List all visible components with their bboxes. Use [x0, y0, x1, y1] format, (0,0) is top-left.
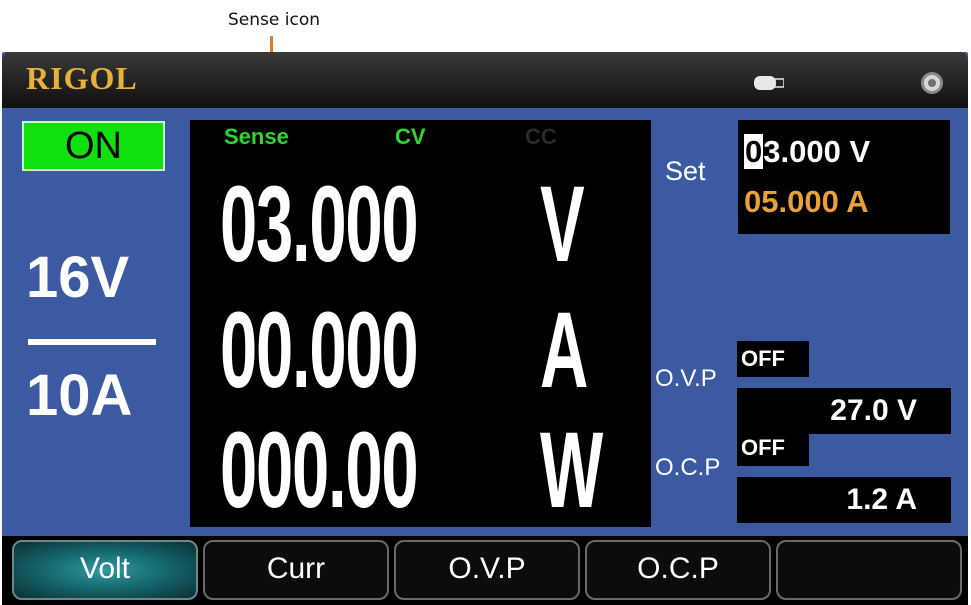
voltage-unit: V — [540, 163, 585, 284]
sense-icon: Sense — [224, 124, 289, 149]
softkey-bar: Volt Curr O.V.P O.C.P — [2, 536, 968, 605]
usb-icon — [754, 76, 784, 90]
current-unit: A — [540, 289, 589, 410]
power-unit: W — [540, 409, 604, 530]
ocp-state-badge: OFF — [737, 430, 809, 466]
power-supply-screen: RIGOL ON 16V 10A Sense CV CC 03.000 V 00… — [2, 52, 968, 605]
range-voltage: 16V — [26, 245, 130, 310]
softkey-ocp[interactable]: O.C.P — [585, 540, 771, 600]
set-voltage[interactable]: 03.000 V — [744, 134, 870, 170]
softkey-curr[interactable]: Curr — [203, 540, 389, 600]
set-label: Set — [665, 156, 706, 186]
cv-indicator: CV — [395, 124, 426, 149]
power-reading: 000.00 — [220, 409, 419, 530]
main-display: Sense CV CC 03.000 V 00.000 A 000.00 W — [190, 120, 651, 527]
set-current[interactable]: 05.000 A — [744, 184, 869, 220]
ovp-state-badge: OFF — [737, 341, 809, 377]
current-reading: 00.000 — [220, 289, 419, 410]
cc-indicator: CC — [525, 124, 557, 149]
beep-icon — [921, 72, 943, 94]
ocp-label: O.C.P — [655, 454, 721, 481]
ocp-value: 1.2 A — [737, 477, 951, 523]
set-values-box: 03.000 V 05.000 A — [738, 120, 950, 234]
softkey-empty[interactable] — [776, 540, 962, 600]
annotation-label: Sense icon — [228, 10, 320, 30]
ovp-value: 27.0 V — [737, 388, 951, 434]
top-bar: RIGOL — [2, 52, 968, 108]
softkey-ovp[interactable]: O.V.P — [394, 540, 580, 600]
softkey-volt[interactable]: Volt — [12, 540, 198, 600]
brand-logo: RIGOL — [26, 60, 138, 96]
edit-cursor-digit[interactable]: 0 — [744, 134, 764, 169]
ovp-label: O.V.P — [655, 365, 717, 392]
voltage-reading: 03.000 — [220, 163, 419, 284]
set-voltage-value: 3.000 V — [763, 134, 871, 169]
range-divider — [28, 339, 156, 345]
range-current: 10A — [26, 363, 133, 428]
output-on-indicator[interactable]: ON — [22, 121, 165, 171]
